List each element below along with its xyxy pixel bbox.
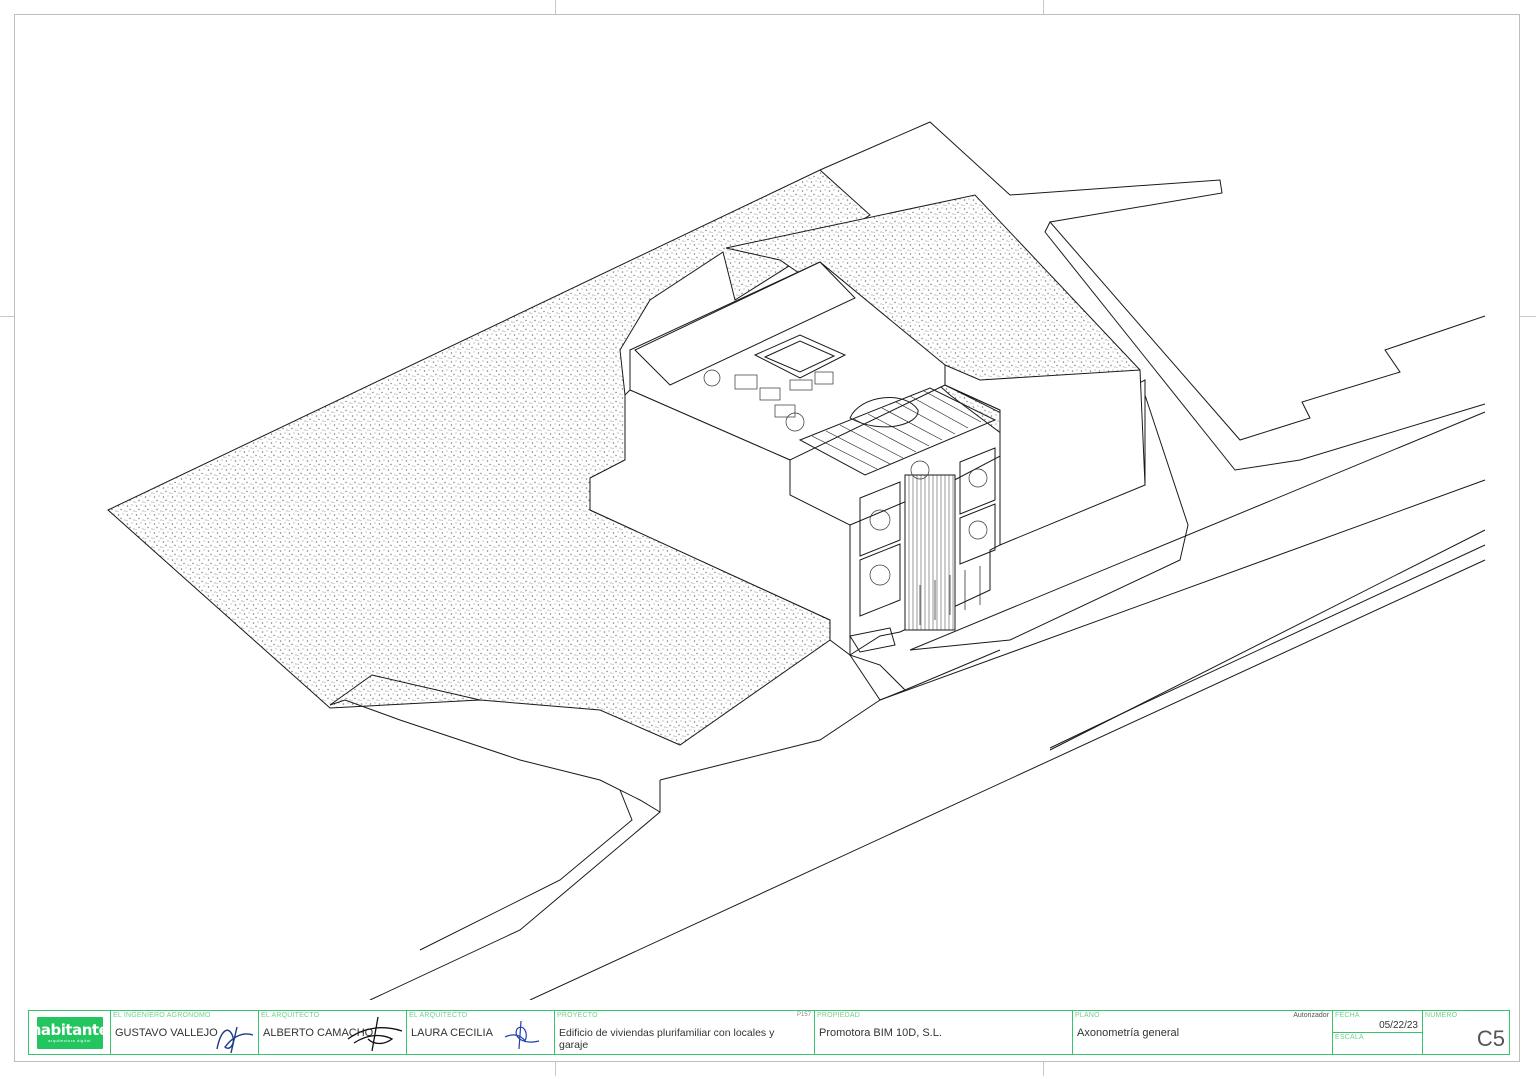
architect1-signature-icon: [347, 1016, 403, 1052]
engineer-name: GUSTAVO VALLEJO: [115, 1027, 218, 1039]
habitante-logo: habitante arquitectura digital: [31, 1016, 109, 1049]
road-lower-side: [419, 789, 633, 951]
architect2-name: LAURA CECILIA: [411, 1027, 493, 1039]
engineer-label: EL INGENIERO AGRÓNOMO: [113, 1012, 211, 1019]
plan-status: Autorizador: [1293, 1012, 1329, 1019]
vertical-screen: [904, 474, 956, 631]
number-label: NUMERO: [1425, 1012, 1458, 1019]
date-cell: FECHA 05/22/23 ESCALA: [1333, 1011, 1423, 1054]
date-value: 05/22/23: [1379, 1020, 1418, 1031]
lower-line: [904, 649, 1001, 691]
plan-label: PLANO: [1075, 1012, 1100, 1019]
ped-path: [848, 654, 906, 701]
owner-cell: PROPIEDAD Promotora BIM 10D, S.L.: [815, 1011, 1073, 1054]
date-divider: [1333, 1032, 1422, 1033]
date-label: FECHA: [1335, 1012, 1360, 1019]
plan-cell: PLANO Autorizador Axonometría general: [1073, 1011, 1333, 1054]
owner-value: Promotora BIM 10D, S.L.: [819, 1027, 942, 1039]
plan-value: Axonometría general: [1077, 1027, 1180, 1039]
architect2-label: EL ARQUITECTO: [409, 1012, 468, 1019]
scale-label: ESCALA: [1335, 1034, 1364, 1041]
architect1-label: EL ARQUITECTO: [261, 1012, 320, 1019]
project-value: Edificio de viviendas plurifamiliar con …: [559, 1027, 775, 1051]
architect1-cell: EL ARQUITECTO ALBERTO CAMACHO: [259, 1011, 407, 1054]
project-cell: PROYECTO P157 Edificio de viviendas plur…: [555, 1011, 815, 1054]
bottom-tick-1: [555, 1062, 556, 1076]
architect2-cell: EL ARQUITECTO LAURA CECILIA: [407, 1011, 555, 1054]
number-cell: NUMERO C5: [1423, 1011, 1509, 1054]
engineer-cell: EL INGENIERO AGRÓNOMO GUSTAVO VALLEJO: [111, 1011, 259, 1054]
axonometric-drawing: [107, 121, 1486, 1000]
project-code: P157: [796, 1012, 811, 1018]
owner-label: PROPIEDAD: [817, 1012, 861, 1019]
logo-tagline: arquitectura digital: [48, 1037, 91, 1043]
bottom-tick-2: [1043, 1062, 1044, 1076]
project-label: PROYECTO: [557, 1012, 598, 1019]
sheet-number: C5: [1476, 1026, 1505, 1051]
logo-text: habitante: [30, 1020, 109, 1039]
road-lower: [369, 780, 661, 1000]
logo-cell: habitante arquitectura digital: [29, 1011, 111, 1054]
road-lower-2: [329, 699, 661, 813]
architect2-signature-icon: [504, 1020, 540, 1050]
engineer-signature-icon: [216, 1026, 254, 1054]
title-block: habitante arquitectura digital EL INGENI…: [28, 1010, 1510, 1055]
